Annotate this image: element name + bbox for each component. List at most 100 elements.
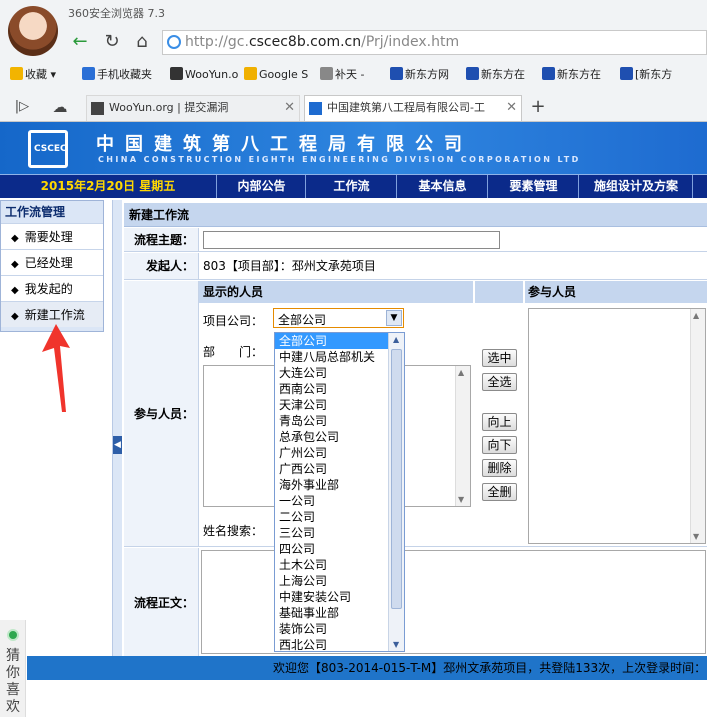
site-banner: CSCEC 中国建筑第八工程局有限公司 CHINA CONSTRUCTION E… bbox=[0, 122, 707, 174]
scroll-up-icon[interactable]: ▲ bbox=[393, 335, 399, 344]
bookmark-item[interactable]: 新东方在 bbox=[466, 66, 525, 84]
delete-button[interactable]: 删除 bbox=[482, 459, 517, 477]
body-label: 流程正文： bbox=[124, 548, 198, 658]
move-down-button[interactable]: 向下 bbox=[482, 436, 517, 454]
bookmark-item[interactable]: Google S bbox=[244, 66, 308, 84]
dropdown-option[interactable]: 大连公司 bbox=[275, 365, 404, 381]
close-icon[interactable]: ✕ bbox=[504, 96, 517, 120]
dropdown-option[interactable]: 全部公司 bbox=[275, 333, 404, 349]
close-icon[interactable]: ✕ bbox=[284, 96, 295, 120]
select-all-button[interactable]: 全选 bbox=[482, 373, 517, 391]
status-dot-icon bbox=[7, 629, 19, 641]
menu-basic-info[interactable]: 基本信息 bbox=[398, 175, 488, 198]
company-select[interactable]: 全部公司 ▼ bbox=[273, 308, 404, 328]
guess-you-like-widget[interactable]: 猜你喜欢 bbox=[0, 620, 26, 717]
dropdown-option[interactable]: 上海公司 bbox=[275, 573, 404, 589]
browser-title: 360安全浏览器 7.3 bbox=[68, 7, 165, 20]
home-icon[interactable]: ⌂ bbox=[130, 30, 154, 54]
menu-element-management[interactable]: 要素管理 bbox=[489, 175, 579, 198]
dropdown-option[interactable]: 一公司 bbox=[275, 493, 404, 509]
dropdown-option[interactable]: 青岛公司 bbox=[275, 413, 404, 429]
paw-icon bbox=[390, 67, 403, 80]
main-menu: 2015年2月20日 星期五 内部公告 工作流 基本信息 要素管理 施组设计及方… bbox=[0, 174, 707, 198]
tab-wooyun[interactable]: WooYun.org | 提交漏洞 ✕ bbox=[86, 95, 300, 121]
wooyun-icon bbox=[170, 67, 183, 80]
dropdown-scrollbar[interactable]: ▲ ▼ bbox=[388, 333, 404, 651]
company-label: 项目公司： bbox=[203, 314, 264, 328]
bookmark-item[interactable]: 新东方网 bbox=[390, 66, 449, 84]
bookmark-item[interactable]: [新东方 bbox=[620, 66, 672, 84]
sidebar-item-initiated[interactable]: ◆ 我发起的 bbox=[1, 275, 103, 301]
select-button[interactable]: 选中 bbox=[482, 349, 517, 367]
address-bar[interactable]: http://gc.cscec8b.com.cn/Prj/index.htm bbox=[162, 30, 707, 55]
diamond-icon: ◆ bbox=[11, 259, 19, 270]
scrollbar[interactable]: ▲ ▼ bbox=[690, 309, 705, 543]
sidebar-item-pending[interactable]: ◆ 需要处理 bbox=[1, 223, 103, 249]
dropdown-option[interactable]: 四公司 bbox=[275, 541, 404, 557]
delete-all-button[interactable]: 全删 bbox=[482, 483, 517, 501]
address-url: http://gc.cscec8b.com.cn/Prj/index.htm bbox=[185, 34, 460, 50]
wooyun-icon bbox=[91, 102, 104, 115]
dropdown-option[interactable]: 西北公司 bbox=[275, 637, 404, 651]
form-title: 新建工作流 bbox=[124, 203, 707, 227]
bookmark-favorites[interactable]: 收藏 ▾ bbox=[10, 66, 56, 84]
collapse-sidebar-icon[interactable]: ◀ bbox=[113, 436, 122, 454]
bookmarks-bar: 收藏 ▾ 手机收藏夹 WooYun.o Google S 补天 - 新东方网 新… bbox=[0, 62, 707, 88]
dropdown-option[interactable]: 广州公司 bbox=[275, 445, 404, 461]
bookmark-item[interactable]: 新东方在 bbox=[542, 66, 601, 84]
bookmark-item[interactable]: WooYun.o bbox=[170, 66, 238, 84]
dropdown-option[interactable]: 西南公司 bbox=[275, 381, 404, 397]
bookmark-item[interactable]: 手机收藏夹 bbox=[82, 66, 152, 84]
dropdown-option[interactable]: 土木公司 bbox=[275, 557, 404, 573]
selected-people-list[interactable]: ▲ ▼ bbox=[528, 308, 706, 544]
scroll-down-icon[interactable]: ▼ bbox=[393, 640, 399, 649]
user-avatar[interactable] bbox=[8, 6, 58, 56]
dropdown-option[interactable]: 三公司 bbox=[275, 525, 404, 541]
status-footer: 欢迎您【803-2014-015-T-M】邳州文承苑项目，共登陆133次，上次登… bbox=[27, 656, 707, 680]
cscec-icon bbox=[309, 102, 322, 115]
refresh-icon[interactable]: ↻ bbox=[100, 30, 124, 54]
sidebar-item-processed[interactable]: ◆ 已经处理 bbox=[1, 249, 103, 275]
company-select-value: 全部公司 bbox=[278, 313, 327, 327]
paw-icon bbox=[542, 67, 555, 80]
guess-you-like-label: 猜你喜欢 bbox=[6, 648, 20, 715]
subject-input[interactable] bbox=[203, 231, 500, 249]
diamond-icon: ◆ bbox=[11, 311, 19, 322]
menu-internal-notice[interactable]: 内部公告 bbox=[218, 175, 306, 198]
shown-people-header: 显示的人员 bbox=[199, 281, 473, 303]
diamond-icon: ◆ bbox=[11, 233, 19, 244]
menu-construction-design[interactable]: 施组设计及方案 bbox=[580, 175, 693, 198]
tab-cscec[interactable]: 中国建筑第八工程局有限公司-工 ✕ bbox=[304, 95, 522, 121]
sidebar-toggle-icon[interactable]: |▷ bbox=[10, 95, 34, 119]
dropdown-option[interactable]: 广西公司 bbox=[275, 461, 404, 477]
dropdown-option[interactable]: 中建八局总部机关 bbox=[275, 349, 404, 365]
dropdown-option[interactable]: 天津公司 bbox=[275, 397, 404, 413]
workflow-sidebar: 工作流管理 ◆ 需要处理 ◆ 已经处理 ◆ 我发起的 ◆ 新建工作流 bbox=[0, 200, 104, 332]
company-dropdown-list[interactable]: 全部公司 中建八局总部机关 大连公司 西南公司 天津公司 青岛公司 总承包公司 … bbox=[274, 332, 405, 652]
tab-strip: |▷ ☁ WooYun.org | 提交漏洞 ✕ 中国建筑第八工程局有限公司-工… bbox=[0, 93, 707, 122]
initiator-value: 803【项目部】：邳州文承苑项目 bbox=[203, 259, 376, 273]
dropdown-option[interactable]: 装饰公司 bbox=[275, 621, 404, 637]
workflow-form: 新建工作流 流程主题： 发起人： 803【项目部】：邳州文承苑项目 参与人员： … bbox=[124, 200, 707, 658]
bookmark-item[interactable]: 补天 - bbox=[320, 66, 364, 84]
sidebar-divider bbox=[112, 200, 122, 658]
paw-icon bbox=[466, 67, 479, 80]
scroll-thumb[interactable] bbox=[391, 349, 402, 609]
dropdown-option[interactable]: 总承包公司 bbox=[275, 429, 404, 445]
back-icon[interactable]: ← bbox=[68, 30, 92, 54]
dropdown-option[interactable]: 中建安装公司 bbox=[275, 589, 404, 605]
dropdown-option[interactable]: 海外事业部 bbox=[275, 477, 404, 493]
globe-icon bbox=[167, 35, 181, 49]
paw-icon bbox=[620, 67, 633, 80]
new-tab-button[interactable]: + bbox=[526, 95, 550, 119]
subject-row bbox=[198, 228, 707, 252]
dropdown-option[interactable]: 二公司 bbox=[275, 509, 404, 525]
scrollbar[interactable]: ▲ ▼ bbox=[455, 366, 470, 506]
menu-workflow[interactable]: 工作流 bbox=[307, 175, 397, 198]
move-up-button[interactable]: 向上 bbox=[482, 413, 517, 431]
browser-chrome: 360安全浏览器 7.3 ← ↻ ⌂ http://gc.cscec8b.com… bbox=[0, 0, 707, 122]
cloud-icon[interactable]: ☁ bbox=[48, 95, 72, 119]
dropdown-option[interactable]: 基础事业部 bbox=[275, 605, 404, 621]
company-logo: CSCEC bbox=[28, 130, 68, 168]
navigation-bar: ← ↻ ⌂ http://gc.cscec8b.com.cn/Prj/index… bbox=[64, 28, 707, 56]
